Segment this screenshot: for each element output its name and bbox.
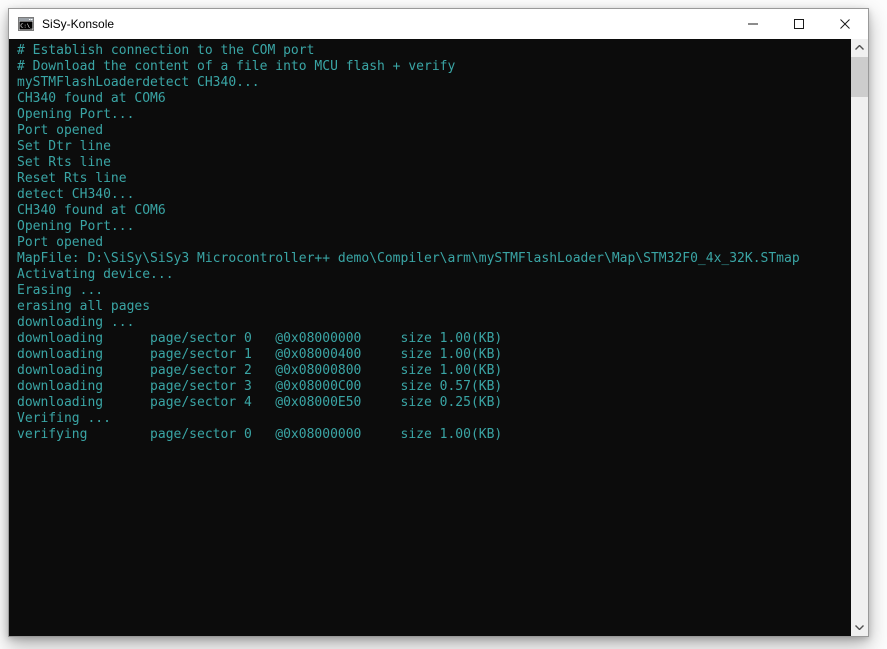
- console-line: downloading ...: [17, 315, 851, 331]
- maximize-icon: [794, 19, 804, 29]
- vertical-scrollbar[interactable]: [851, 39, 868, 636]
- chevron-down-icon: [855, 625, 864, 630]
- console-area[interactable]: # Establish connection to the COM port# …: [9, 39, 868, 636]
- console-line: detect CH340...: [17, 187, 851, 203]
- console-line: Set Dtr line: [17, 139, 851, 155]
- minimize-icon: [748, 19, 758, 29]
- minimize-button[interactable]: [730, 9, 776, 39]
- svg-text:C:\_: C:\_: [20, 24, 34, 30]
- window-title: SiSy-Konsole: [42, 17, 730, 31]
- console-line: erasing all pages: [17, 299, 851, 315]
- scrollbar-thumb[interactable]: [851, 57, 868, 97]
- console-line: Set Rts line: [17, 155, 851, 171]
- console-line: Port opened: [17, 235, 851, 251]
- close-icon: [840, 19, 850, 29]
- console-line: downloading page/sector 2 @0x08000800 si…: [17, 363, 851, 379]
- console-line: Verifing ...: [17, 411, 851, 427]
- console-line: # Establish connection to the COM port: [17, 43, 851, 59]
- close-button[interactable]: [822, 9, 868, 39]
- console-line: # Download the content of a file into MC…: [17, 59, 851, 75]
- console-prompt-icon: C:\_: [18, 16, 34, 32]
- console-line: mySTMFlashLoaderdetect CH340...: [17, 75, 851, 91]
- console-line: verifying page/sector 0 @0x08000000 size…: [17, 427, 851, 443]
- console-line: downloading page/sector 0 @0x08000000 si…: [17, 331, 851, 347]
- chevron-up-icon: [855, 45, 864, 50]
- caption-buttons: [730, 9, 868, 39]
- console-line: Reset Rts line: [17, 171, 851, 187]
- console-line: downloading page/sector 1 @0x08000400 si…: [17, 347, 851, 363]
- console-window: C:\_ SiSy-Konsole # Est: [8, 8, 869, 637]
- maximize-button[interactable]: [776, 9, 822, 39]
- console-line: Activating device...: [17, 267, 851, 283]
- scroll-up-button[interactable]: [851, 39, 868, 56]
- console-line: Port opened: [17, 123, 851, 139]
- titlebar[interactable]: C:\_ SiSy-Konsole: [9, 9, 868, 39]
- console-line: MapFile: D:\SiSy\SiSy3 Microcontroller++…: [17, 251, 851, 267]
- console-line: CH340 found at COM6: [17, 203, 851, 219]
- scroll-down-button[interactable]: [851, 619, 868, 636]
- console-line: Opening Port...: [17, 219, 851, 235]
- console-line: Opening Port...: [17, 107, 851, 123]
- console-line: Erasing ...: [17, 283, 851, 299]
- console-line: downloading page/sector 3 @0x08000C00 si…: [17, 379, 851, 395]
- console-line: downloading page/sector 4 @0x08000E50 si…: [17, 395, 851, 411]
- console-output[interactable]: # Establish connection to the COM port# …: [9, 39, 851, 636]
- console-line: CH340 found at COM6: [17, 91, 851, 107]
